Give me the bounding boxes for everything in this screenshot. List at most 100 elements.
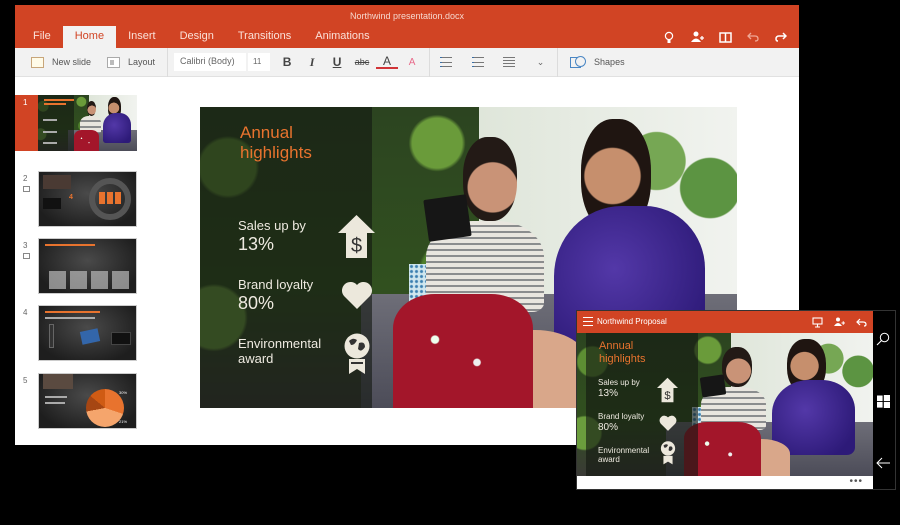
environmental-award-label: award bbox=[598, 456, 620, 464]
redo-icon[interactable] bbox=[773, 29, 789, 45]
thumb-title-box bbox=[43, 374, 73, 389]
font-size-input[interactable]: 11 bbox=[248, 53, 270, 71]
align-left-icon bbox=[503, 57, 515, 67]
phone-app-bar: Northwind Proposal bbox=[577, 311, 873, 333]
slide-thumbnail-2[interactable]: 2 4 bbox=[15, 171, 145, 229]
brand-loyalty-value: 80% bbox=[598, 423, 618, 434]
svg-text:$: $ bbox=[664, 390, 671, 402]
underline-button[interactable]: U bbox=[326, 52, 348, 72]
thumbnail-image[interactable]: 30% 21% bbox=[38, 373, 137, 429]
svg-text:$: $ bbox=[351, 235, 362, 257]
environmental-label[interactable]: Environmental bbox=[238, 337, 321, 351]
new-slide-label: New slide bbox=[52, 57, 91, 67]
slide-number: 3 bbox=[23, 241, 27, 250]
diagram-boxes bbox=[99, 192, 121, 204]
thumb-device bbox=[43, 198, 61, 209]
highlight-eraser-button[interactable]: A bbox=[401, 52, 423, 72]
tab-home[interactable]: Home bbox=[63, 26, 116, 48]
heart-icon bbox=[341, 279, 373, 311]
phone-document-title: Northwind Proposal bbox=[597, 317, 667, 326]
numbering-button[interactable] bbox=[467, 52, 489, 72]
environmental-award-label[interactable]: award bbox=[238, 352, 273, 366]
divider bbox=[557, 48, 558, 77]
dollar-up-arrow-icon: $ bbox=[657, 377, 678, 403]
hamburger-menu-icon[interactable] bbox=[583, 317, 593, 326]
thumbnail-image[interactable] bbox=[38, 238, 137, 294]
windows-start-icon[interactable] bbox=[871, 389, 895, 413]
layout-button[interactable]: Layout bbox=[99, 48, 163, 76]
thumb-title bbox=[44, 103, 66, 105]
screen: Northwind presentation.docx File Home In… bbox=[0, 0, 900, 525]
tab-design[interactable]: Design bbox=[168, 26, 226, 48]
shapes-button[interactable]: Shapes bbox=[562, 48, 633, 76]
shapes-label: Shapes bbox=[594, 57, 625, 67]
thumbnail-image[interactable] bbox=[38, 95, 137, 151]
tab-transitions[interactable]: Transitions bbox=[226, 26, 303, 48]
phone-actions bbox=[811, 315, 867, 329]
bullets-button[interactable] bbox=[435, 52, 457, 72]
thumbnail-image[interactable] bbox=[38, 305, 137, 361]
heart-icon bbox=[659, 414, 677, 432]
windows-nav-bar bbox=[871, 311, 895, 489]
share-person-icon[interactable] bbox=[833, 315, 845, 329]
bullet-list-icon bbox=[440, 57, 452, 67]
pie-label: 30% bbox=[119, 390, 127, 395]
back-arrow-icon[interactable] bbox=[871, 451, 895, 475]
reading-view-icon[interactable] bbox=[717, 29, 733, 45]
thumb-title bbox=[45, 244, 95, 246]
thumb-subtitle bbox=[45, 317, 95, 319]
brand-loyalty-label[interactable]: Brand loyalty bbox=[238, 278, 313, 292]
new-slide-icon bbox=[31, 57, 44, 68]
bold-button[interactable]: B bbox=[276, 52, 298, 72]
thumb-device bbox=[49, 324, 54, 348]
present-icon[interactable] bbox=[811, 315, 823, 329]
tab-insert[interactable]: Insert bbox=[116, 26, 168, 48]
thumbnail-overlay bbox=[38, 95, 74, 151]
thumb-text bbox=[43, 131, 57, 133]
phone-screen: Northwind Proposal bbox=[577, 311, 873, 489]
home-ribbon: New slide Layout Calibri (Body) 11 B I U… bbox=[15, 48, 799, 77]
font-name-input[interactable]: Calibri (Body) bbox=[174, 53, 246, 71]
search-icon[interactable] bbox=[871, 327, 895, 351]
lightbulb-icon[interactable] bbox=[661, 29, 677, 45]
undo-icon[interactable] bbox=[745, 29, 761, 45]
phone-slide-canvas[interactable]: Annual highlights Sales up by 13% Brand … bbox=[577, 333, 873, 476]
title-actions bbox=[661, 29, 789, 45]
slide-title[interactable]: Annual highlights bbox=[240, 123, 330, 162]
tab-animations[interactable]: Animations bbox=[303, 26, 381, 48]
thumb-title bbox=[44, 99, 74, 101]
sales-value[interactable]: 13% bbox=[238, 235, 274, 254]
undo-icon[interactable] bbox=[855, 315, 867, 329]
globe-award-icon bbox=[343, 333, 371, 375]
layout-icon bbox=[107, 57, 120, 68]
slide-title: Annual highlights bbox=[599, 340, 659, 365]
slide-thumbnail-5[interactable]: 5 30% 21% bbox=[15, 373, 145, 431]
brand-loyalty-label: Brand loyalty bbox=[598, 413, 644, 421]
slide-thumbnail-3[interactable]: 3 bbox=[15, 238, 145, 296]
thumb-title bbox=[45, 311, 100, 313]
notes-icon bbox=[23, 253, 30, 259]
more-options-icon[interactable]: ••• bbox=[849, 476, 863, 487]
tab-file[interactable]: File bbox=[21, 26, 63, 48]
new-slide-button[interactable]: New slide bbox=[15, 48, 99, 76]
thumb-text bbox=[43, 119, 57, 121]
more-options-chevron-icon[interactable]: ⌄ bbox=[530, 52, 552, 72]
slide-number: 4 bbox=[23, 308, 27, 317]
slide-thumbnail-4[interactable]: 4 bbox=[15, 305, 145, 363]
thumb-device bbox=[111, 332, 131, 345]
align-button[interactable] bbox=[498, 52, 520, 72]
italic-button[interactable]: I bbox=[301, 52, 323, 72]
sales-label: Sales up by bbox=[598, 379, 640, 387]
brand-loyalty-value[interactable]: 80% bbox=[238, 294, 274, 313]
phone-device: Northwind Proposal bbox=[576, 310, 896, 490]
sales-label[interactable]: Sales up by bbox=[238, 219, 306, 233]
thumbnail-image[interactable]: 4 bbox=[38, 171, 137, 227]
strikethrough-button[interactable]: abc bbox=[351, 52, 373, 72]
globe-award-icon bbox=[660, 441, 676, 465]
slide-thumbnail-1[interactable]: 1 bbox=[15, 95, 145, 153]
notes-icon bbox=[23, 186, 30, 192]
ribbon-tabs: File Home Insert Design Transitions Anim… bbox=[21, 26, 382, 48]
pie-label: 21% bbox=[119, 419, 127, 424]
font-color-button[interactable]: A bbox=[376, 55, 398, 69]
share-person-icon[interactable] bbox=[689, 29, 705, 45]
